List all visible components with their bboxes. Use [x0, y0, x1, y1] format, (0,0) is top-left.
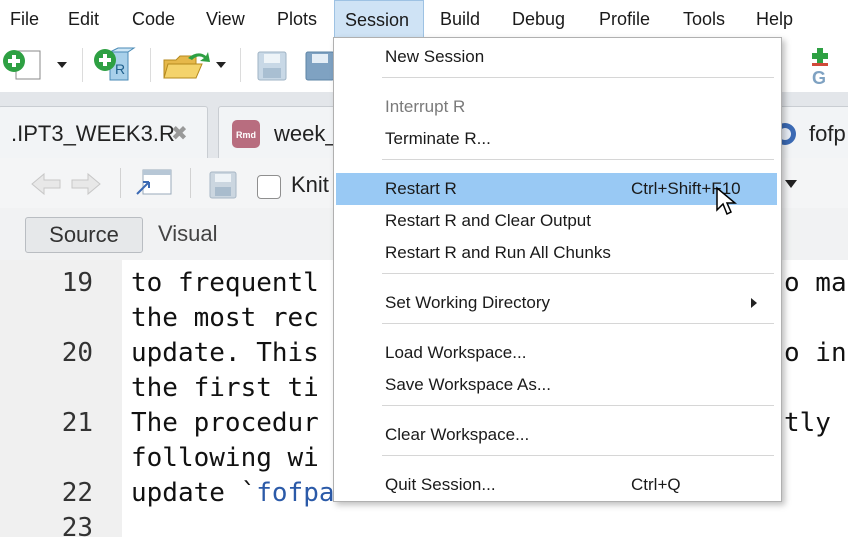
line-number: 23	[61, 513, 93, 543]
menu-debug[interactable]: Debug	[502, 0, 575, 38]
session-menu: New Session Interrupt R Terminate R... R…	[333, 37, 782, 502]
code-line: the first ti	[131, 373, 319, 403]
chevron-down-icon[interactable]	[55, 58, 69, 72]
chevron-down-icon[interactable]	[784, 178, 798, 190]
menu-code[interactable]: Code	[122, 0, 185, 38]
rmd-file-icon: Rmd	[232, 120, 260, 148]
line-number: 22	[61, 478, 93, 508]
chevron-down-icon[interactable]	[214, 58, 228, 72]
line-number: 21	[61, 408, 93, 438]
menu-item-set-working-directory[interactable]: Set Working Directory	[336, 287, 777, 319]
tab-ipt3-week3[interactable]: .IPT3_WEEK3.R ✖	[0, 106, 208, 158]
show-in-window-icon[interactable]	[135, 168, 173, 198]
new-project-icon[interactable]: R	[92, 46, 138, 84]
source-mode-button[interactable]: Source	[25, 217, 143, 253]
knit-on-save-checkbox[interactable]	[257, 175, 281, 199]
menu-item-restart-run-all-chunks[interactable]: Restart R and Run All Chunks	[336, 237, 777, 269]
line-number: 19	[61, 268, 93, 298]
menu-edit[interactable]: Edit	[58, 0, 109, 38]
line-number-gutter: 19 20 21 22 23	[0, 260, 122, 543]
menu-item-quit-session[interactable]: Quit Session... Ctrl+Q	[336, 469, 777, 501]
code-fragment: o ma	[784, 268, 847, 298]
svg-text:Rmd: Rmd	[236, 130, 256, 140]
svg-text:G: G	[812, 68, 826, 88]
submenu-arrow-icon	[751, 298, 757, 308]
menu-item-clear-workspace[interactable]: Clear Workspace...	[336, 419, 777, 451]
knit-label: Knit	[291, 172, 329, 197]
menu-session[interactable]: Session	[334, 0, 424, 38]
menu-profile[interactable]: Profile	[589, 0, 660, 38]
save-icon[interactable]	[208, 170, 238, 200]
menu-separator	[382, 323, 774, 324]
menu-separator	[382, 455, 774, 456]
menu-separator	[382, 77, 774, 78]
shortcut-label: Ctrl+Q	[631, 475, 681, 494]
toolbar-divider	[120, 168, 121, 198]
open-folder-icon[interactable]	[162, 50, 212, 82]
menu-tools[interactable]: Tools	[673, 0, 735, 38]
addins-icon[interactable]: G	[806, 46, 836, 88]
tab-label: .IPT3_WEEK3.R	[11, 121, 175, 146]
menu-separator	[382, 405, 774, 406]
code-line: to frequentl	[131, 268, 319, 298]
code-line: The procedur	[131, 408, 319, 438]
menu-item-terminate-r[interactable]: Terminate R...	[336, 123, 777, 155]
save-all-icon[interactable]	[304, 50, 334, 82]
menu-item-save-workspace-as[interactable]: Save Workspace As...	[336, 369, 777, 401]
code-line: following wi	[131, 443, 319, 473]
back-forward-icon[interactable]	[30, 172, 102, 196]
toolbar-divider	[82, 48, 83, 82]
code-fragment: o in	[784, 338, 847, 368]
menu-separator	[382, 159, 774, 160]
save-icon[interactable]	[256, 50, 288, 82]
menu-build[interactable]: Build	[430, 0, 490, 38]
code-fragment: tly	[784, 408, 831, 438]
menu-plots[interactable]: Plots	[267, 0, 327, 38]
code-line: update. This	[131, 338, 319, 368]
visual-mode-button[interactable]: Visual	[158, 217, 218, 253]
menu-bar: File Edit Code View Plots Session Build …	[0, 0, 848, 38]
menu-separator	[382, 273, 774, 274]
mouse-pointer-icon	[716, 186, 737, 216]
tab-label: fofp	[809, 121, 846, 146]
menu-item-new-session[interactable]: New Session	[336, 41, 777, 73]
tab-label: week_	[274, 121, 338, 146]
new-file-icon[interactable]	[0, 48, 44, 82]
menu-help[interactable]: Help	[746, 0, 803, 38]
line-number: 20	[61, 338, 93, 368]
menu-item-interrupt-r: Interrupt R	[385, 97, 466, 116]
code-line: the most rec	[131, 303, 319, 333]
menu-file[interactable]: File	[0, 0, 49, 38]
menu-item-load-workspace[interactable]: Load Workspace...	[336, 337, 777, 369]
menu-view[interactable]: View	[196, 0, 255, 38]
menu-item-restart-r[interactable]: Restart R Ctrl+Shift+F10	[336, 173, 777, 205]
toolbar-divider	[240, 48, 241, 82]
toolbar-divider	[190, 168, 191, 198]
menu-item-restart-clear-output[interactable]: Restart R and Clear Output	[336, 205, 777, 237]
toolbar-divider	[150, 48, 151, 82]
svg-text:R: R	[115, 61, 125, 77]
close-icon[interactable]: ✖	[171, 121, 188, 146]
